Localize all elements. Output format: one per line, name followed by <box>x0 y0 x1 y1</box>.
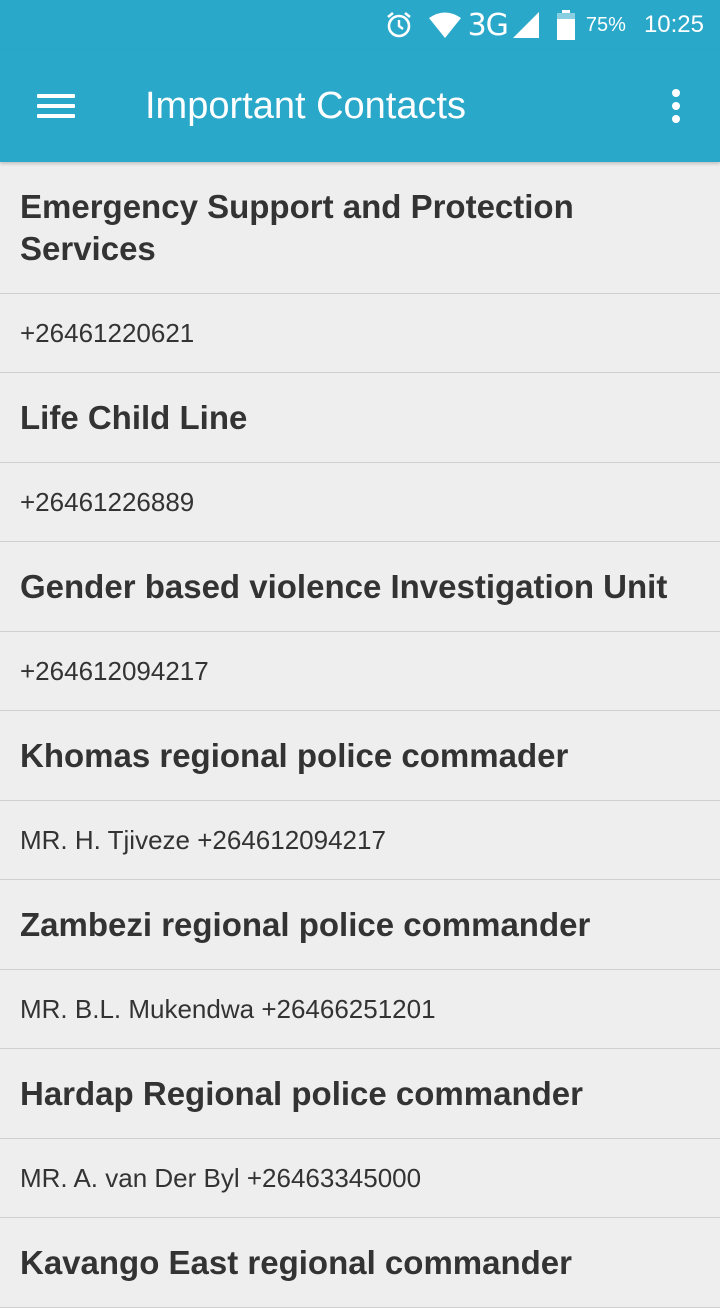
contact-name[interactable]: Kavango East regional commander <box>0 1218 720 1308</box>
wifi-icon <box>428 11 462 39</box>
contact-name[interactable]: Life Child Line <box>0 373 720 463</box>
contact-name[interactable]: Zambezi regional police commander <box>0 880 720 970</box>
contact-detail[interactable]: MR. B.L. Mukendwa +26466251201 <box>0 970 720 1049</box>
contacts-list: Emergency Support and Protection Service… <box>0 162 720 1308</box>
battery-percentage: 75% <box>585 13 626 36</box>
contact-detail[interactable]: +264612094217 <box>0 632 720 711</box>
signal-icon <box>512 11 540 39</box>
network-type: 3G <box>467 7 509 43</box>
alarm-icon <box>384 10 414 40</box>
contact-detail[interactable]: MR. H. Tjiveze +264612094217 <box>0 801 720 880</box>
battery-icon <box>556 10 576 40</box>
contact-name[interactable]: Gender based violence Investigation Unit <box>0 542 720 632</box>
contact-detail[interactable]: +26461226889 <box>0 463 720 542</box>
page-title: Important Contacts <box>145 85 467 127</box>
hamburger-menu-icon[interactable] <box>26 80 86 132</box>
contact-detail[interactable]: MR. A. van Der Byl +26463345000 <box>0 1139 720 1218</box>
contact-name[interactable]: Emergency Support and Protection Service… <box>0 162 720 294</box>
contact-name[interactable]: Khomas regional police commader <box>0 711 720 801</box>
contact-detail[interactable]: +26461220621 <box>0 294 720 373</box>
status-bar: 3G 75% 10:25 <box>0 0 720 50</box>
more-vert-icon[interactable] <box>650 80 702 132</box>
clock: 10:25 <box>643 11 704 38</box>
contact-name[interactable]: Hardap Regional police commander <box>0 1049 720 1139</box>
app-bar: Important Contacts <box>0 50 720 162</box>
